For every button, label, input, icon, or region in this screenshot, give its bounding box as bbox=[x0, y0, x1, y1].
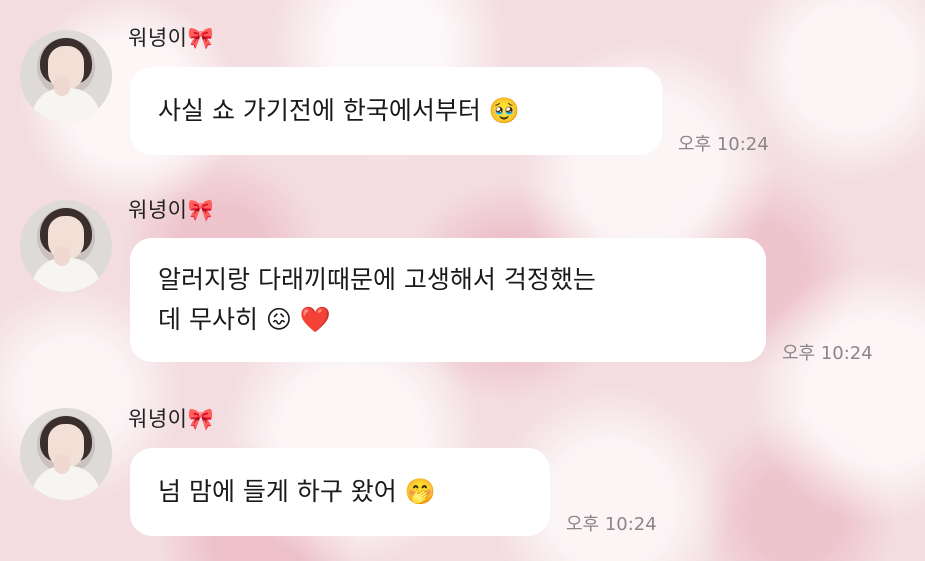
message-text-line: 데 무사히 😖 ❤️ bbox=[158, 305, 332, 334]
avatar[interactable] bbox=[20, 408, 112, 500]
message-bubble[interactable]: 넘 맘에 들게 하구 왔어 🤭 bbox=[130, 448, 550, 536]
message-bubble[interactable]: 사실 쇼 가기전에 한국에서부터 🥹 bbox=[130, 67, 662, 155]
message-timestamp: 오후 10:24 bbox=[566, 514, 657, 535]
message-bubble[interactable]: 알러지랑 다래끼때문에 고생해서 걱정했는 데 무사히 😖 ❤️ bbox=[130, 238, 766, 362]
avatar[interactable] bbox=[20, 30, 112, 122]
avatar[interactable] bbox=[20, 200, 112, 292]
sender-name: 워녕이🎀 bbox=[128, 26, 215, 50]
message-text-line: 사실 쇼 가기전에 한국에서부터 🥹 bbox=[158, 96, 520, 125]
sender-name: 워녕이🎀 bbox=[128, 198, 215, 222]
message-text-line: 넘 맘에 들게 하구 왔어 🤭 bbox=[158, 477, 436, 506]
message-text-line: 알러지랑 다래끼때문에 고생해서 걱정했는 bbox=[158, 265, 596, 294]
sender-name: 워녕이🎀 bbox=[128, 407, 215, 431]
message-timestamp: 오후 10:24 bbox=[678, 134, 769, 155]
message-timestamp: 오후 10:24 bbox=[782, 343, 873, 364]
